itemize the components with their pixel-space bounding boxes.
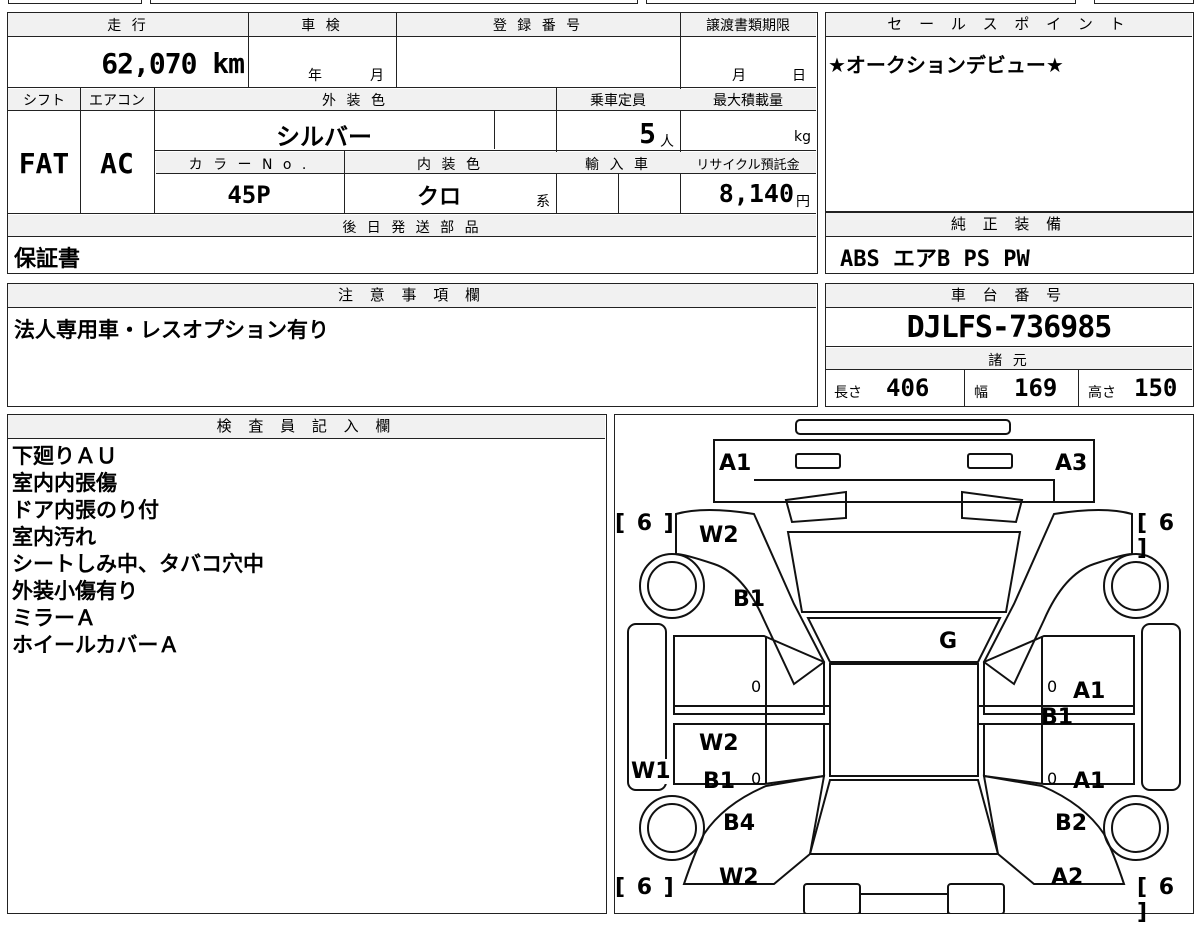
length-value: 406 — [886, 374, 930, 402]
aircon-label: エアコン — [89, 93, 145, 109]
standard-equipment-value: ABS エアB PS PW — [840, 247, 1030, 272]
vehicle-info-table: 走 行 車 検 登 録 番 号 譲渡書類期限 62,070 km 年 月 月 日… — [7, 12, 818, 274]
damage-mark-front-left: A1 — [719, 451, 752, 476]
damage-mark-right-rear: A2 — [1051, 865, 1084, 890]
later-parts-value: 保証書 — [14, 247, 81, 272]
capacity-label: 乗車定員 — [590, 93, 646, 109]
tire-mark-rear-left: [ 6 ] — [615, 875, 676, 900]
damage-mark-front-right: A3 — [1055, 451, 1088, 476]
color-no-value: 45P — [227, 181, 271, 209]
damage-mark-left-rocker: W1 — [631, 759, 671, 784]
recycle-value: 8,140 — [718, 179, 794, 208]
inspection-year-unit: 年 — [308, 68, 322, 84]
height-value: 150 — [1134, 374, 1178, 402]
tire-mark-rear-right: [ 6 ] — [1137, 875, 1177, 925]
width-label: 幅 — [974, 385, 988, 401]
inspection-label: 車 検 — [301, 18, 343, 34]
shift-value: FAT — [18, 147, 70, 180]
inspector-note: 室内汚れ — [12, 525, 96, 549]
damage-mark-left-rear-door: W2 — [699, 731, 739, 756]
damage-mark-right-quarter: B2 — [1055, 811, 1088, 836]
damage-mark-left-quarter: B4 — [723, 811, 756, 836]
damage-mark-left-rear-door-2: B1 — [703, 769, 736, 794]
inspector-note: 下廻りＡＵ — [12, 444, 117, 468]
damage-mark-right-rear-door: A1 — [1073, 769, 1106, 794]
yen-unit: 円 — [796, 194, 810, 210]
inspector-box: 検 査 員 記 入 欄 下廻りＡＵ 室内内張傷 ドア内張のり付 室内汚れ シート… — [7, 414, 607, 914]
length-label: 長さ — [834, 385, 862, 401]
capacity-value: 5 — [639, 117, 656, 150]
top-sliver — [8, 0, 142, 4]
specs-label: 諸 元 — [988, 353, 1030, 369]
interior-color-label: 内 装 色 — [417, 157, 483, 173]
kg-unit: kg — [794, 129, 811, 145]
notes-box: 注 意 事 項 欄 法人専用車・レスオプション有り — [7, 283, 818, 407]
zero-mark: 0 — [1047, 677, 1058, 696]
chassis-box: 車 台 番 号 DJLFS-736985 諸 元 長さ 406 幅 169 高さ… — [825, 283, 1194, 407]
mileage-value: 62,070 km — [101, 47, 245, 80]
sales-point-label: セ ー ル ス ポ イ ン ト — [826, 13, 1192, 37]
aircon-value: AC — [100, 147, 134, 180]
inspector-notes-list: 下廻りＡＵ 室内内張傷 ドア内張のり付 室内汚れ シートしみ中、タバコ穴中 外装… — [12, 443, 264, 659]
person-unit: 人 — [660, 134, 674, 150]
shift-label: シフト — [23, 93, 65, 109]
tire-mark-front-right: [ 6 ] — [1137, 511, 1177, 561]
later-parts-label: 後 日 発 送 部 品 — [342, 220, 482, 236]
max-load-label: 最大積載量 — [713, 93, 783, 109]
transfer-deadline-label: 譲渡書類期限 — [706, 18, 790, 34]
inspector-label: 検 査 員 記 入 欄 — [8, 415, 605, 439]
recycle-label: リサイクル預託金 — [696, 158, 800, 173]
inspector-note: 外装小傷有り — [12, 579, 138, 603]
series-unit: 系 — [536, 194, 550, 210]
deadline-day-unit: 日 — [792, 68, 806, 84]
car-diagram — [626, 418, 1181, 914]
deadline-month-unit: 月 — [732, 68, 746, 84]
inspector-note: ホイールカバーＡ — [12, 633, 180, 657]
zero-mark: 0 — [1047, 769, 1058, 788]
damage-mark-left-fender-2: B1 — [733, 587, 766, 612]
notes-value: 法人専用車・レスオプション有り — [14, 318, 329, 342]
inspector-note: 室内内張傷 — [12, 471, 117, 495]
top-sliver — [150, 0, 638, 4]
top-sliver — [1094, 0, 1194, 4]
exterior-color-value: シルバー — [276, 123, 372, 151]
width-value: 169 — [1014, 374, 1058, 402]
inspector-note: ミラーＡ — [12, 606, 96, 630]
damage-mark-left-rear: W2 — [719, 865, 759, 890]
standard-equipment-box: 純 正 装 備 ABS エアB PS PW — [825, 212, 1194, 274]
registration-label: 登 録 番 号 — [492, 18, 584, 34]
damage-mark-left-fender: W2 — [699, 523, 739, 548]
sales-point-box: セ ー ル ス ポ イ ン ト ★オークションデビュー★ — [825, 12, 1194, 212]
height-label: 高さ — [1088, 385, 1116, 401]
top-sliver — [646, 0, 1076, 4]
zero-mark: 0 — [751, 769, 762, 788]
inspector-note: ドア内張のり付 — [12, 498, 159, 522]
color-no-label: カ ラ ー N o . — [188, 157, 310, 173]
tire-mark-front-left: [ 6 ] — [615, 511, 676, 536]
zero-mark: 0 — [751, 677, 762, 696]
standard-equipment-label: 純 正 装 備 — [826, 213, 1192, 237]
mileage-label: 走 行 — [107, 18, 149, 34]
damage-mark-hood: G — [939, 629, 958, 654]
notes-label: 注 意 事 項 欄 — [8, 284, 816, 308]
car-diagram-box: [ 6 ] [ 6 ] [ 6 ] [ 6 ] A1 A3 W2 B1 G W1… — [614, 414, 1194, 925]
chassis-no-value: DJLFS-736985 — [906, 310, 1113, 345]
import-label: 輸 入 車 — [585, 157, 651, 173]
damage-mark-right-front-door: A1 — [1073, 679, 1106, 704]
interior-color-value: クロ — [416, 185, 461, 210]
inspection-month-unit: 月 — [370, 68, 384, 84]
sales-point-value: ★オークションデビュー★ — [828, 53, 1064, 77]
damage-mark-right-front-door-2: B1 — [1041, 705, 1074, 730]
chassis-no-label: 車 台 番 号 — [826, 284, 1192, 308]
exterior-color-label: 外 装 色 — [322, 93, 388, 109]
inspector-note: シートしみ中、タバコ穴中 — [12, 552, 264, 576]
